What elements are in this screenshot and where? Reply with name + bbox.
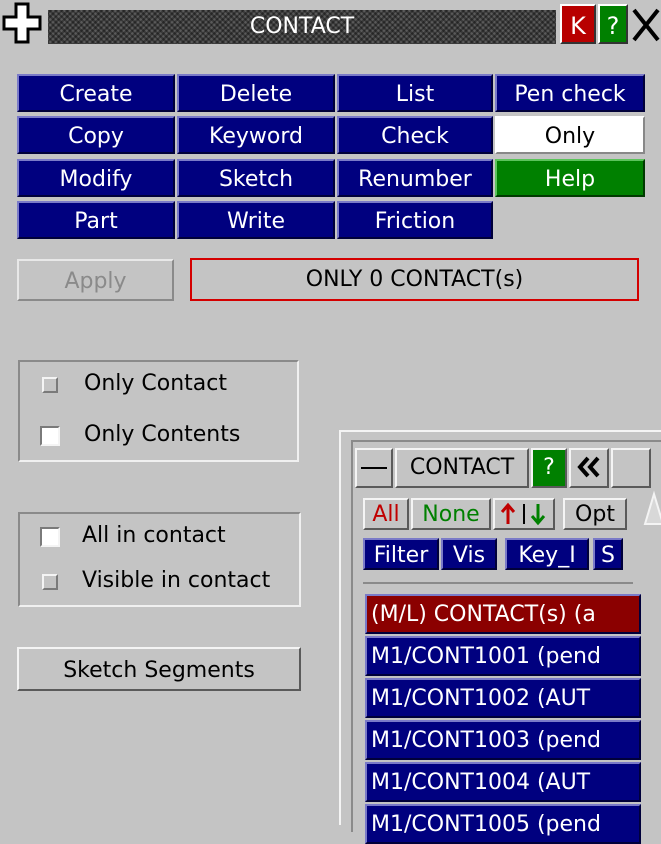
list-item[interactable]: M1/CONT1003 (pend: [365, 720, 641, 760]
status-text: ONLY 0 CONTACT(s): [190, 258, 639, 301]
list-scrollbar[interactable]: [643, 490, 661, 832]
help-menu-button[interactable]: Help: [495, 159, 645, 197]
only-button[interactable]: Only: [495, 116, 645, 154]
only-contact-checkbox[interactable]: [42, 377, 58, 393]
check-button[interactable]: Check: [337, 116, 493, 154]
only-contents-checkbox[interactable]: [40, 426, 60, 446]
list-item[interactable]: M1/CONT1004 (AUT: [365, 762, 641, 802]
copy-button[interactable]: Copy: [17, 116, 175, 154]
list-item[interactable]: M1/CONT1001 (pend: [365, 636, 641, 676]
list-item[interactable]: M1/CONT1002 (AUT: [365, 678, 641, 718]
move-plus-icon[interactable]: [2, 2, 42, 44]
sort-arrows-icon: [500, 502, 546, 526]
visible-in-contact-label: Visible in contact: [82, 568, 271, 593]
create-button[interactable]: Create: [17, 74, 175, 112]
subwindow-help-button[interactable]: ?: [531, 448, 567, 488]
all-in-contact-label: All in contact: [82, 523, 226, 548]
keyword-button[interactable]: Keyword: [177, 116, 335, 154]
friction-button[interactable]: Friction: [337, 201, 493, 239]
modify-button[interactable]: Modify: [17, 159, 175, 197]
all-in-contact-checkbox[interactable]: [40, 527, 60, 547]
pen-check-button[interactable]: Pen check: [495, 74, 645, 112]
subwindow-title: CONTACT: [395, 448, 529, 488]
double-chevron-left-icon: [577, 456, 600, 478]
help-button[interactable]: ?: [598, 4, 628, 44]
apply-button[interactable]: Apply: [17, 259, 174, 301]
renumber-button[interactable]: Renumber: [337, 159, 493, 197]
contact-options-group: All in contact Visible in contact: [18, 512, 301, 607]
only-options-group: Only Contact Only Contents: [18, 360, 299, 462]
all-in-contact-option[interactable]: All in contact: [20, 516, 299, 556]
title-bar: CONTACT K ?: [0, 0, 661, 52]
vis-button[interactable]: Vis: [441, 538, 497, 570]
key-id-button[interactable]: Key_I: [505, 538, 589, 570]
part-button[interactable]: Part: [17, 201, 175, 239]
only-contents-option[interactable]: Only Contents: [20, 415, 297, 455]
only-contact-label: Only Contact: [84, 371, 227, 396]
select-none-button[interactable]: None: [411, 498, 491, 530]
list-header-row[interactable]: (M/L) CONTACT(s) (a: [365, 594, 641, 634]
collapse-button[interactable]: [569, 448, 609, 488]
options-button[interactable]: Opt: [563, 498, 627, 530]
window-toggle-button[interactable]: [611, 448, 651, 488]
scroll-up-arrow-icon[interactable]: [643, 490, 661, 530]
contact-list-panel: CONTACT ? All None Opt Filter Vis Key_I …: [351, 440, 661, 844]
filter-button[interactable]: Filter: [363, 538, 439, 570]
list-item[interactable]: M1/CONT1005 (pend: [365, 804, 641, 844]
sort-button[interactable]: [493, 498, 555, 530]
sketch-button[interactable]: Sketch: [177, 159, 335, 197]
sketch-segments-button[interactable]: Sketch Segments: [17, 647, 301, 691]
list-separator: [363, 582, 633, 584]
visible-in-contact-checkbox[interactable]: [42, 574, 58, 590]
write-button[interactable]: Write: [177, 201, 335, 239]
visible-in-contact-option[interactable]: Visible in contact: [20, 561, 299, 601]
contact-list-window: CONTACT ? All None Opt Filter Vis Key_I …: [339, 430, 661, 844]
minimize-button[interactable]: [355, 448, 393, 488]
list-button[interactable]: List: [337, 74, 493, 112]
s-button[interactable]: S: [593, 538, 623, 570]
select-all-button[interactable]: All: [363, 498, 409, 530]
minimize-icon: [361, 467, 387, 469]
window-title: CONTACT: [249, 14, 355, 39]
only-contents-label: Only Contents: [84, 422, 241, 447]
k-button[interactable]: K: [560, 4, 596, 44]
only-contact-option[interactable]: Only Contact: [20, 364, 297, 404]
delete-button[interactable]: Delete: [177, 74, 335, 112]
close-icon[interactable]: [628, 6, 661, 44]
